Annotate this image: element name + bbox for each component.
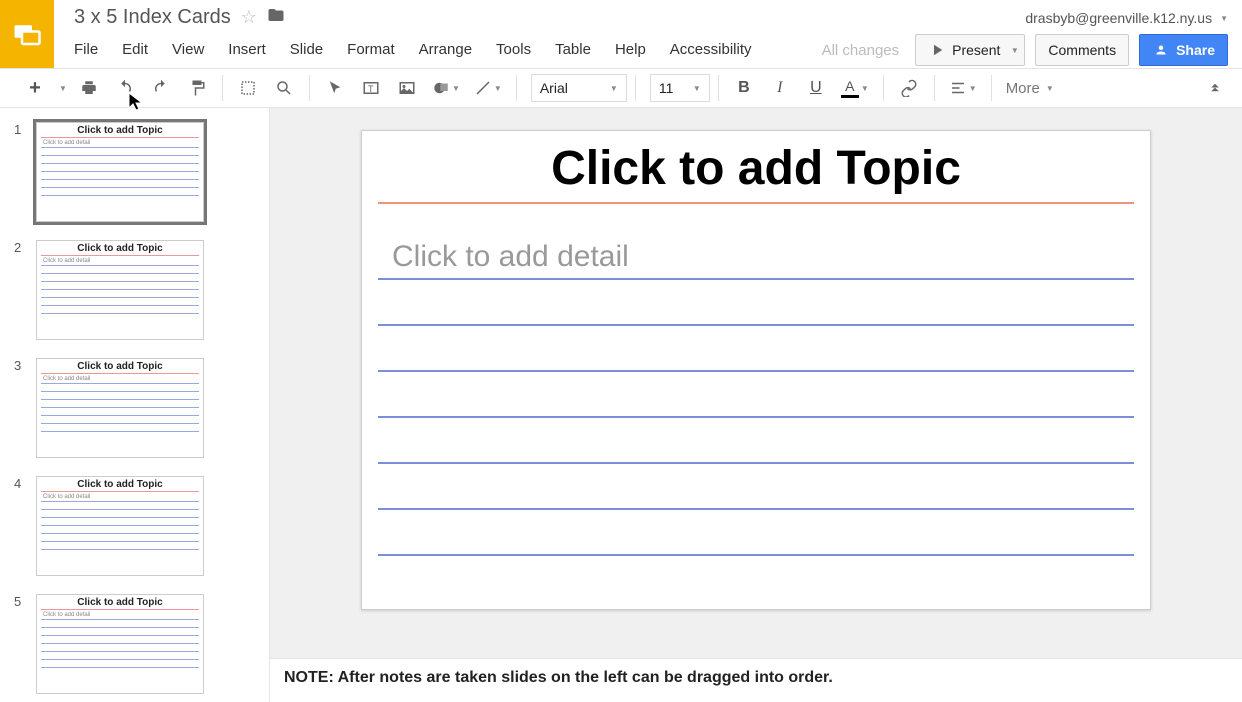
comments-label: Comments [1048,42,1116,58]
italic-button[interactable]: I [763,73,797,103]
menu-table[interactable]: Table [555,41,591,58]
share-label: Share [1176,42,1215,58]
undo-button[interactable] [108,73,142,103]
chevron-down-icon: ▼ [1011,46,1019,55]
thumb-detail: Click to add detail [37,612,203,619]
chevron-down-icon: ▼ [610,84,618,93]
user-email[interactable]: drasbyb@greenville.k12.ny.us [1025,10,1212,26]
thumb-detail: Click to add detail [37,494,203,501]
menu-slide[interactable]: Slide [290,41,323,58]
share-button[interactable]: Share [1139,34,1228,66]
play-icon [928,41,946,59]
menu-help[interactable]: Help [615,41,646,58]
present-dropdown[interactable]: ▼ [1003,34,1025,66]
paint-format-button[interactable] [180,73,214,103]
folder-icon[interactable] [267,6,285,29]
textbox-tool[interactable]: T [354,73,388,103]
toolbar: + ▼ T ▼ ▼ Arial ▼ 11 ▼ B I U A ▼ ▼ More … [0,68,1242,108]
doc-title[interactable]: 3 x 5 Index Cards [74,6,231,29]
thumb-detail: Click to add detail [37,140,203,147]
new-slide-dropdown[interactable]: ▼ [54,73,70,103]
line-tool[interactable]: ▼ [468,73,508,103]
slide-thumbnail-2[interactable]: Click to add Topic Click to add detail [36,240,204,340]
bold-button[interactable]: B [727,73,761,103]
chevron-down-icon: ▼ [494,84,502,93]
thumb-title: Click to add Topic [37,595,203,609]
chevron-down-icon: ▼ [969,84,977,93]
slide-thumbnail-3[interactable]: Click to add Topic Click to add detail [36,358,204,458]
font-value: Arial [540,80,568,96]
slide-number: 1 [14,122,21,137]
menu-file[interactable]: File [74,41,98,58]
save-status: All changes [822,42,900,59]
slide-number: 4 [14,476,21,491]
slide-thumbnail-1[interactable]: Click to add Topic Click to add detail [36,122,204,222]
print-button[interactable] [72,73,106,103]
menu-insert[interactable]: Insert [228,41,266,58]
new-slide-button[interactable]: + [18,73,52,103]
collapse-toolbar-button[interactable] [1206,77,1224,100]
text-color-button[interactable]: A ▼ [835,73,875,103]
slide-thumbnail-4[interactable]: Click to add Topic Click to add detail [36,476,204,576]
menu-view[interactable]: View [172,41,204,58]
menu-tools[interactable]: Tools [496,41,531,58]
slide-panel: 1 Click to add Topic Click to add detail… [0,108,270,702]
align-button[interactable]: ▼ [943,73,983,103]
svg-text:T: T [368,84,374,94]
thumb-detail: Click to add detail [37,376,203,383]
share-icon [1152,41,1170,59]
font-size-value: 11 [659,80,674,96]
menu-format[interactable]: Format [347,41,395,58]
thumb-detail: Click to add detail [37,258,203,265]
slide-number: 5 [14,594,21,609]
fit-button[interactable] [231,73,265,103]
present-button[interactable]: Present [915,34,1013,66]
font-select[interactable]: Arial ▼ [531,74,627,102]
star-icon[interactable]: ☆ [241,7,257,28]
thumb-title: Click to add Topic [37,123,203,137]
slide-thumbnail-5[interactable]: Click to add Topic Click to add detail [36,594,204,694]
chevron-down-icon: ▼ [452,84,460,93]
comments-button[interactable]: Comments [1035,34,1129,66]
redo-button[interactable] [144,73,178,103]
chevron-down-icon: ▼ [861,84,869,93]
insert-link-button[interactable] [892,73,926,103]
more-button[interactable]: More ▼ [1006,80,1054,97]
thumb-title: Click to add Topic [37,359,203,373]
more-label: More [1006,80,1040,97]
slide-number: 3 [14,358,21,373]
chevron-down-icon: ▼ [693,84,701,93]
shape-tool[interactable]: ▼ [426,73,466,103]
zoom-button[interactable] [267,73,301,103]
title-placeholder[interactable]: Click to add Topic [362,131,1150,202]
speaker-notes[interactable]: NOTE: After notes are taken slides on th… [270,658,1242,702]
chevron-down-icon: ▼ [59,84,67,93]
font-size-select[interactable]: 11 ▼ [650,74,710,102]
menu-edit[interactable]: Edit [122,41,148,58]
user-menu-dropdown-icon[interactable]: ▼ [1220,14,1228,23]
menu-accessibility[interactable]: Accessibility [670,41,752,58]
thumb-title: Click to add Topic [37,477,203,491]
thumb-title: Click to add Topic [37,241,203,255]
select-tool[interactable] [318,73,352,103]
app-logo[interactable] [0,0,54,68]
slide-number: 2 [14,240,21,255]
slide-canvas[interactable]: Click to add Topic Click to add detail [361,130,1151,610]
menu-arrange[interactable]: Arrange [419,41,472,58]
image-tool[interactable] [390,73,424,103]
underline-button[interactable]: U [799,73,833,103]
present-label: Present [952,42,1000,58]
detail-placeholder[interactable]: Click to add detail [362,240,1150,278]
chevron-down-icon: ▼ [1046,84,1054,93]
